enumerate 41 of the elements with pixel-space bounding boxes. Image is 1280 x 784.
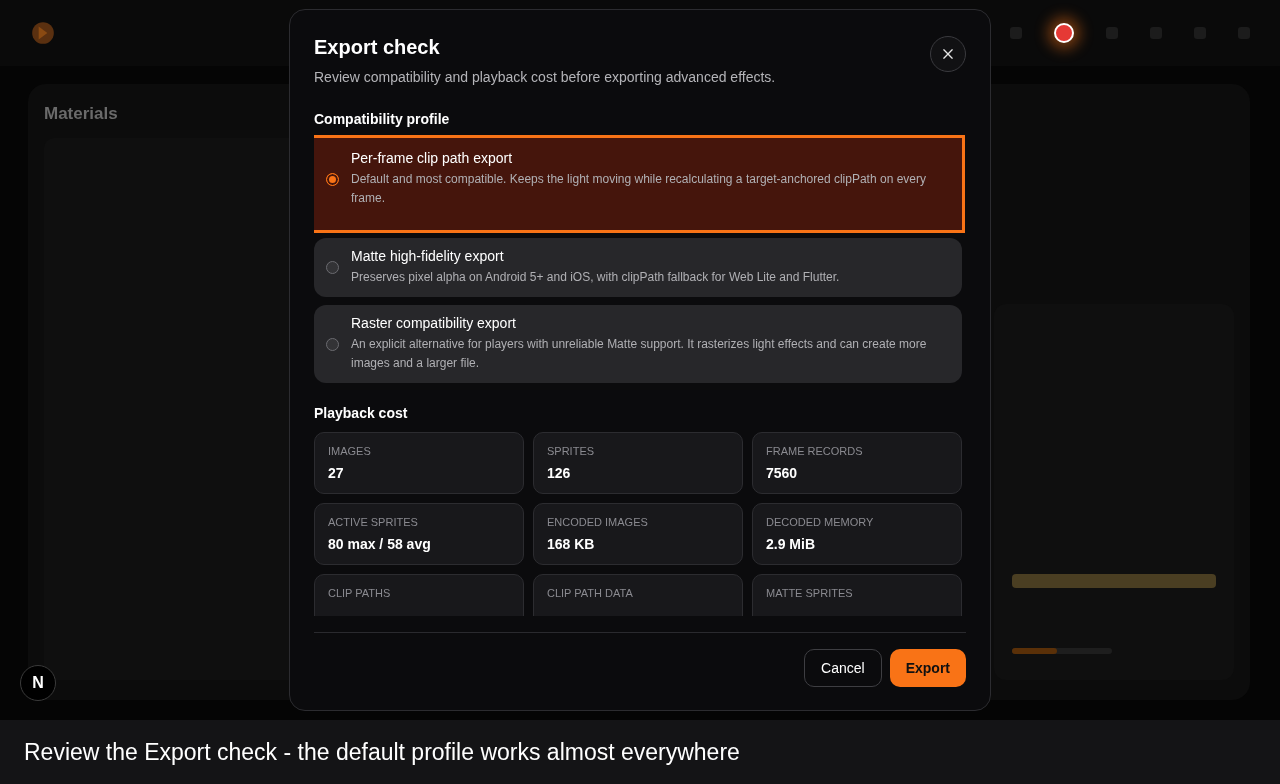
radio-button[interactable]	[326, 172, 339, 186]
profile-option[interactable]: Matte high-fidelity export Preserves pixel alpha on Android 5+ and iOS, with clipPath fallback for Web Lite and Flutter.	[314, 238, 962, 297]
stat-label: CLIP PATHS	[328, 587, 391, 599]
cancel-button[interactable]: Cancel	[804, 649, 882, 687]
close-button[interactable]	[930, 36, 966, 72]
radio-button[interactable]	[326, 261, 339, 274]
record-button[interactable]	[1054, 23, 1074, 43]
stat-label: DECODED MEMORY	[766, 516, 874, 528]
radio-button[interactable]	[326, 337, 339, 351]
section-heading: Playback cost	[314, 405, 409, 421]
dialog-title: Export check	[314, 36, 441, 59]
n-badge[interactable]: N	[20, 665, 56, 701]
option-description: An explicit alternative for players with unreliable Matte support. It rasterizes light effects and can create more images and a larger file.	[351, 336, 928, 372]
stat-label: SPRITES	[547, 445, 595, 457]
logo-icon	[30, 20, 56, 46]
stat-value: 27	[328, 465, 344, 481]
stat-value: 80 max / 58 avg	[328, 536, 431, 552]
profile-option[interactable]: Per-frame clip path export Default and most compatible. Keeps the light moving while recalculating a target-anchored clipPath on every frame.	[314, 138, 962, 230]
slider-track[interactable]	[1012, 648, 1112, 654]
dialog-subtitle: Review compatibility and playback cost before exporting advanced effects.	[314, 69, 776, 85]
stat-label: ENCODED IMAGES	[547, 516, 648, 528]
stat-value: 2.9 MiB	[766, 536, 815, 552]
profile-option[interactable]: Raster compatibility export An explicit alternative for players with unreliable Matte support. It rasterizes light effects and can create more images and a larger file.	[314, 305, 962, 383]
stat-label: ACTIVE SPRITES	[328, 516, 418, 528]
stat-value: 126	[547, 465, 571, 481]
stat-label: IMAGES	[328, 445, 371, 457]
option-title: Raster compatibility export	[351, 315, 517, 331]
option-title: Per-frame clip path export	[351, 150, 514, 166]
option-description: Preserves pixel alpha on Android 5+ and iOS, with clipPath fallback for Web Lite and Flutter.	[351, 269, 840, 286]
stat-value: 7560	[766, 465, 798, 481]
option-title: Matte high-fidelity export	[351, 248, 505, 264]
export-button[interactable]: Export	[889, 649, 966, 687]
panel-title: Materials	[44, 104, 119, 124]
option-description: Default and most compatible. Keeps the light moving while recalculating a target-anchored clipPath on every frame.	[351, 171, 927, 207]
close-icon	[943, 49, 953, 59]
stat-label: MATTE SPRITES	[766, 587, 853, 599]
stat-label: CLIP PATH DATA	[547, 587, 633, 599]
stat-label: FRAME RECORDS	[766, 445, 863, 457]
stat-value: 168 KB	[547, 536, 595, 552]
section-heading: Compatibility profile	[314, 111, 451, 127]
caption-text: Review the Export check - the default profile works almost everywhere	[24, 738, 740, 766]
